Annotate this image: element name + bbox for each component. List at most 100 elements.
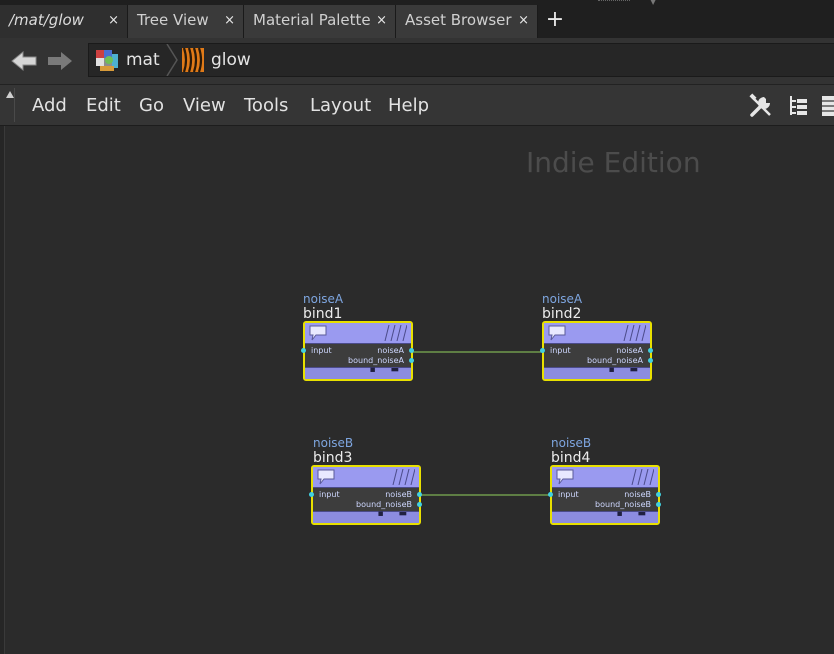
node-flags-icon[interactable] [628,469,654,485]
forward-button[interactable] [46,50,72,72]
node-footer: ▪ ▬ [552,509,658,523]
comment-icon[interactable] [309,325,327,341]
network-editor[interactable]: Indie Edition noiseA bind1 input noiseA … [0,126,834,654]
node-header [544,323,650,344]
output-port[interactable] [656,502,661,507]
node-flags-icon[interactable] [389,469,415,485]
toolbar-handle[interactable] [4,88,15,122]
menu-bar: Add Edit Go View Tools Layout Help [0,85,834,126]
node-body[interactable]: input noiseB bound_noiseB ▪ ▬ [550,465,660,525]
add-tab-button[interactable]: + [545,6,565,34]
output-port-label: noiseB [385,490,412,499]
input-port-label: input [311,346,332,355]
node-bind2[interactable]: noiseA bind2 input noiseA bound_noiseA ▪… [540,292,653,381]
node-name[interactable]: bind4 [550,450,660,466]
node-controls[interactable]: ▪ ▬ [378,509,413,519]
output-port-label: noiseA [377,346,404,355]
tree-list-icon[interactable] [786,93,812,119]
wrench-icon[interactable] [748,93,774,119]
menu-tools[interactable]: Tools [244,85,288,125]
node-name[interactable]: bind1 [303,306,413,322]
close-icon[interactable]: × [224,5,235,36]
output-port[interactable] [648,348,653,353]
node-footer: ▪ ▬ [313,509,419,523]
path-bar: mat glow [0,38,834,85]
node-body[interactable]: input noiseB bound_noiseB ▪ ▬ [311,465,421,525]
comment-icon[interactable] [317,469,335,485]
node-controls[interactable]: ▪ ▬ [609,365,644,375]
output-port[interactable] [417,502,422,507]
crumb-label: glow [211,50,251,70]
material-network-icon [96,50,118,71]
output-port-label: bound_noiseA [348,356,404,365]
pane-grip[interactable] [598,0,630,4]
back-button[interactable] [10,50,37,72]
node-material-label: noiseA [303,292,344,306]
chevron-down-icon[interactable]: ▼ [650,0,656,6]
output-port[interactable] [409,348,414,353]
input-port-label: input [319,490,340,499]
node-footer: ▪ ▬ [305,365,411,379]
node-header [552,467,658,488]
node-controls[interactable]: ▪ ▬ [370,365,405,375]
crumb-mat[interactable]: mat [89,44,167,76]
tab-asset-browser[interactable]: Asset Browser × [396,5,538,38]
menu-go[interactable]: Go [139,85,164,125]
tab-mat-glow[interactable]: /mat/glow × [0,5,128,38]
node-controls[interactable]: ▪ ▬ [617,509,652,519]
tab-label: Asset Browser [405,11,512,29]
node-name[interactable]: bind3 [311,450,421,466]
close-icon[interactable]: × [376,5,387,36]
node-bind3[interactable]: noiseB bind3 input noiseB bound_noiseB ▪… [309,436,422,525]
output-port[interactable] [417,492,422,497]
node-footer: ▪ ▬ [544,365,650,379]
node-header [305,323,411,344]
menu-view[interactable]: View [183,85,226,125]
node-material-label: noiseB [551,436,592,450]
comment-icon[interactable] [548,325,566,341]
forward-arrow-icon [48,52,72,70]
pane-tab-bar: /mat/glow × Tree View × Material Palette… [0,0,834,38]
close-icon[interactable]: × [108,5,119,36]
input-port[interactable] [540,348,545,353]
node-flags-icon[interactable] [620,325,646,341]
output-port[interactable] [648,358,653,363]
menu-edit[interactable]: Edit [86,85,121,125]
node-bind4[interactable]: noiseB bind4 input noiseB bound_noiseB ▪… [548,436,661,525]
edition-watermark: Indie Edition [526,146,701,179]
parameters-icon[interactable] [820,93,834,119]
menu-layout[interactable]: Layout [310,85,371,125]
output-port[interactable] [409,358,414,363]
input-port-label: input [558,490,579,499]
output-port-label: bound_noiseB [595,500,651,509]
node-flags-icon[interactable] [381,325,407,341]
node-name[interactable]: bind2 [542,306,652,322]
menu-add[interactable]: Add [32,85,67,125]
input-port[interactable] [309,492,314,497]
side-strip [0,126,5,654]
input-port-label: input [550,346,571,355]
tab-material-palette[interactable]: Material Palette × [244,5,396,38]
input-port[interactable] [548,492,553,497]
node-material-label: noiseB [313,436,354,450]
comment-icon[interactable] [556,469,574,485]
node-body[interactable]: input noiseA bound_noiseA ▪ ▬ [303,321,413,381]
output-port-label: noiseA [616,346,643,355]
node-material-label: noiseA [542,292,583,306]
crumb-label: mat [126,50,160,70]
node-bind1[interactable]: noiseA bind1 input noiseA bound_noiseA ▪… [301,292,414,381]
menu-help[interactable]: Help [388,85,429,125]
collapse-arrow-icon [6,91,14,98]
back-arrow-icon [11,50,37,72]
close-icon[interactable]: × [518,5,529,36]
wires-layer [411,351,551,496]
breadcrumb: mat glow [88,43,834,77]
input-port[interactable] [301,348,306,353]
tab-label: Tree View [137,11,209,29]
crumb-glow[interactable]: glow [179,44,259,76]
breadcrumb-separator-icon [166,44,178,76]
output-port-label: bound_noiseB [356,500,412,509]
output-port[interactable] [656,492,661,497]
node-body[interactable]: input noiseA bound_noiseA ▪ ▬ [542,321,652,381]
tab-tree-view[interactable]: Tree View × [128,5,244,38]
